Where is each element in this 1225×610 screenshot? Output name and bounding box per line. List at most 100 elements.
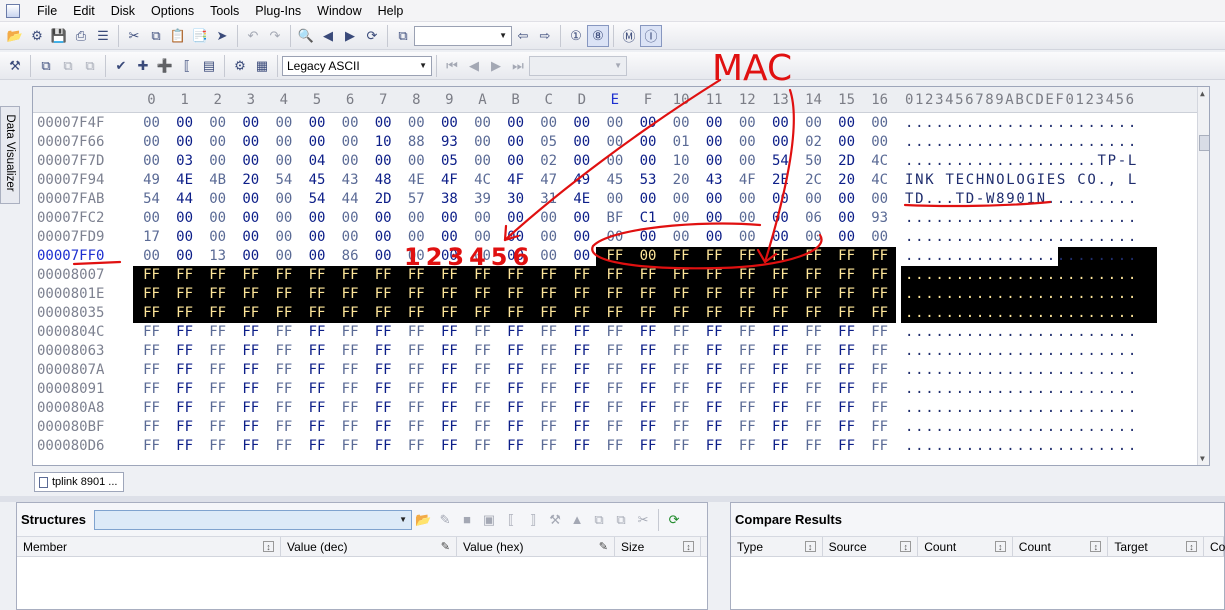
hex-byte[interactable]: FF <box>632 305 665 321</box>
hex-byte[interactable]: FF <box>367 267 400 283</box>
hex-byte[interactable]: FF <box>301 343 334 359</box>
hex-byte[interactable]: 20 <box>665 172 698 188</box>
hex-byte[interactable]: FF <box>764 324 797 340</box>
ascii-text[interactable]: ....................... <box>905 343 1138 359</box>
hex-byte[interactable]: FF <box>267 438 300 454</box>
hex-byte[interactable]: FF <box>632 324 665 340</box>
hex-byte[interactable]: FF <box>168 381 201 397</box>
hex-byte[interactable]: 39 <box>466 191 499 207</box>
hex-byte[interactable]: FF <box>863 362 896 378</box>
hex-byte[interactable]: 57 <box>400 191 433 207</box>
hex-byte[interactable]: FF <box>301 267 334 283</box>
hex-byte[interactable]: FF <box>201 343 234 359</box>
hex-byte[interactable]: FF <box>400 381 433 397</box>
hex-byte[interactable]: FF <box>135 305 168 321</box>
hex-byte[interactable]: 48 <box>367 172 400 188</box>
hex-byte[interactable]: 00 <box>698 210 731 226</box>
hex-byte[interactable]: 93 <box>863 210 896 226</box>
hex-byte[interactable]: 00 <box>433 115 466 131</box>
hex-byte[interactable]: FF <box>433 305 466 321</box>
hex-byte[interactable]: FF <box>400 400 433 416</box>
hex-byte[interactable]: 00 <box>234 210 267 226</box>
hex-byte[interactable]: FF <box>466 362 499 378</box>
hex-byte[interactable]: FF <box>234 305 267 321</box>
paste-structure-icon[interactable]: ⧉ <box>610 509 632 531</box>
hex-byte[interactable]: FF <box>863 324 896 340</box>
hex-byte[interactable]: 00 <box>400 229 433 245</box>
hex-byte[interactable]: 00 <box>830 191 863 207</box>
hex-byte[interactable]: FF <box>731 381 764 397</box>
hex-byte[interactable]: 00 <box>731 210 764 226</box>
open-disk-icon[interactable]: ⚙ <box>26 25 48 47</box>
hex-byte[interactable]: 47 <box>532 172 565 188</box>
hex-byte[interactable]: 00 <box>499 248 532 264</box>
hex-byte[interactable]: FF <box>532 324 565 340</box>
hex-byte[interactable]: FF <box>598 400 631 416</box>
cut-structure-icon[interactable]: ✂ <box>632 509 654 531</box>
undo-icon[interactable]: ↶ <box>242 25 264 47</box>
hex-byte[interactable]: 4E <box>168 172 201 188</box>
hex-byte[interactable]: 13 <box>201 248 234 264</box>
hex-byte[interactable]: 54 <box>267 172 300 188</box>
hex-byte[interactable]: FF <box>466 305 499 321</box>
hex-byte[interactable]: 31 <box>532 191 565 207</box>
ascii-text[interactable]: ....................... <box>905 381 1138 397</box>
first-record-icon[interactable]: ⏮ <box>441 55 463 77</box>
hex-byte[interactable]: FF <box>565 267 598 283</box>
hex-byte[interactable]: FF <box>797 267 830 283</box>
hex-byte[interactable]: FF <box>400 305 433 321</box>
hex-byte[interactable]: FF <box>665 305 698 321</box>
hex-byte[interactable]: FF <box>168 400 201 416</box>
hex-byte[interactable]: 20 <box>234 172 267 188</box>
hex-byte[interactable]: 00 <box>632 191 665 207</box>
hex-byte[interactable]: 00 <box>466 248 499 264</box>
hex-byte[interactable]: 00 <box>267 229 300 245</box>
hex-byte[interactable]: FF <box>565 343 598 359</box>
hex-byte[interactable]: 49 <box>565 172 598 188</box>
hex-byte[interactable]: 00 <box>797 115 830 131</box>
hex-byte[interactable]: 05 <box>532 134 565 150</box>
hex-byte[interactable]: 00 <box>334 115 367 131</box>
hex-byte[interactable]: 00 <box>863 229 896 245</box>
hex-byte[interactable]: 2D <box>830 153 863 169</box>
hex-byte[interactable]: FF <box>764 362 797 378</box>
hex-byte[interactable]: 00 <box>135 248 168 264</box>
hex-byte[interactable]: FF <box>598 305 631 321</box>
hex-byte[interactable]: 45 <box>598 172 631 188</box>
hex-byte[interactable]: 00 <box>301 115 334 131</box>
hex-byte[interactable]: 54 <box>764 153 797 169</box>
hex-byte[interactable]: FF <box>764 343 797 359</box>
hex-byte[interactable]: FF <box>632 362 665 378</box>
hex-byte[interactable]: FF <box>565 438 598 454</box>
hex-byte[interactable]: FF <box>334 267 367 283</box>
hex-byte[interactable]: 02 <box>532 153 565 169</box>
collapse-icon[interactable]: ⟧ <box>522 509 544 531</box>
row-address[interactable]: 000080D6 <box>37 438 104 454</box>
hex-byte[interactable]: FF <box>698 248 731 264</box>
goto-forward-icon[interactable]: ⇨ <box>534 25 556 47</box>
edit-structure-icon[interactable]: ✎ <box>434 509 456 531</box>
hex-byte[interactable]: FF <box>797 362 830 378</box>
hex-byte[interactable]: FF <box>267 324 300 340</box>
hex-byte[interactable]: FF <box>267 267 300 283</box>
save-all-structures-icon[interactable]: ▣ <box>478 509 500 531</box>
hex-byte[interactable]: 00 <box>267 248 300 264</box>
hex-byte[interactable]: FF <box>532 400 565 416</box>
hex-byte[interactable]: 00 <box>665 191 698 207</box>
column-header-type[interactable]: Type ↕ <box>731 537 823 556</box>
hex-byte[interactable]: 4E <box>400 172 433 188</box>
hex-byte[interactable]: FF <box>632 419 665 435</box>
hex-byte[interactable]: FF <box>168 305 201 321</box>
hex-byte[interactable]: FF <box>433 381 466 397</box>
row-address[interactable]: 00007F7D <box>37 153 104 169</box>
row-address[interactable]: 0000804C <box>37 324 104 340</box>
hex-byte[interactable]: 00 <box>135 115 168 131</box>
statistics-icon[interactable]: ▤ <box>198 55 220 77</box>
row-address[interactable]: 00008035 <box>37 305 104 321</box>
hex-byte[interactable]: FF <box>499 286 532 302</box>
hex-byte[interactable]: FF <box>830 438 863 454</box>
previous-record-icon[interactable]: ◀ <box>463 55 485 77</box>
hex-byte[interactable]: FF <box>201 381 234 397</box>
hex-byte[interactable]: FF <box>267 400 300 416</box>
hex-byte[interactable]: 00 <box>499 134 532 150</box>
